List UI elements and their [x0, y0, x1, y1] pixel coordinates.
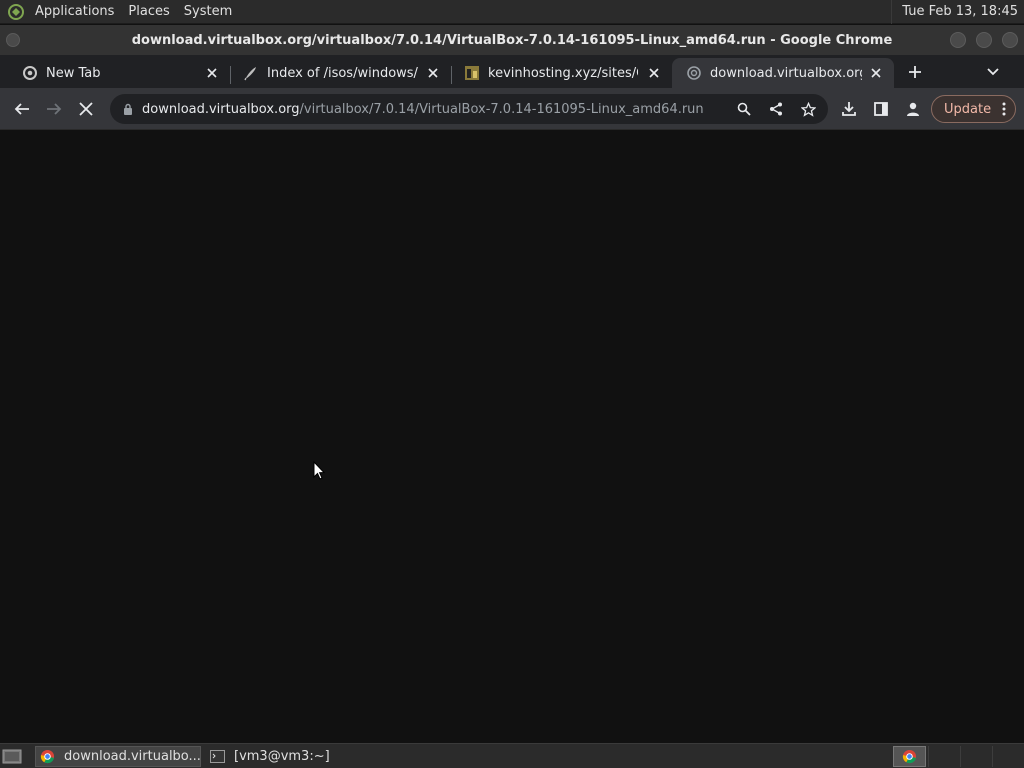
taskbar-item-label: download.virtualbo...: [64, 749, 201, 764]
tab-label: New Tab: [46, 65, 101, 81]
profile-avatar-icon[interactable]: [901, 97, 925, 121]
url-text[interactable]: download.virtualbox.org/virtualbox/7.0.1…: [142, 102, 704, 117]
mouse-pointer-icon: [313, 460, 326, 484]
clock[interactable]: Tue Feb 13, 18:45: [891, 0, 1024, 24]
tab-virtualbox-download[interactable]: download.virtualbox.org/vi: [672, 58, 894, 88]
close-icon[interactable]: [204, 65, 220, 81]
back-arrow-icon[interactable]: [10, 97, 34, 121]
terminal-icon: [209, 749, 225, 765]
show-desktop-icon[interactable]: [2, 748, 22, 765]
site-favicon: [464, 65, 480, 81]
close-window-button[interactable]: [1002, 32, 1018, 48]
minimize-button[interactable]: [950, 32, 966, 48]
menu-system[interactable]: System: [177, 0, 239, 24]
workspace-switcher-3[interactable]: [960, 746, 990, 767]
loading-globe-icon: [686, 65, 702, 81]
maximize-button[interactable]: [976, 32, 992, 48]
taskbar-item-chrome[interactable]: download.virtualbo...: [35, 746, 201, 767]
search-icon[interactable]: [736, 101, 752, 117]
taskbar-item-label: [vm3@vm3:~]: [234, 749, 330, 764]
tab-label: Index of /isos/windows/: [267, 65, 418, 81]
tab-new-tab[interactable]: New Tab: [8, 58, 230, 88]
top-panel: Applications Places System Tue Feb 13, 1…: [0, 0, 1024, 24]
menu-applications[interactable]: Applications: [28, 0, 121, 24]
workspace-switcher-2[interactable]: [928, 746, 958, 767]
forward-arrow-icon[interactable]: [42, 97, 66, 121]
chrome-icon: [40, 749, 55, 765]
page-content[interactable]: [0, 131, 1024, 743]
stop-loading-icon[interactable]: [74, 97, 98, 121]
close-icon[interactable]: [425, 65, 441, 81]
browser-toolbar: download.virtualbox.org/virtualbox/7.0.1…: [0, 88, 1024, 130]
chrome-icon: [22, 65, 38, 81]
apache-feather-icon: [243, 65, 259, 81]
close-icon[interactable]: [868, 65, 884, 81]
tab-strip: New Tab Index of /isos/windows/ kevinhos…: [0, 55, 1024, 88]
close-icon[interactable]: [646, 65, 662, 81]
update-button[interactable]: Update: [931, 95, 1016, 123]
more-vertical-icon[interactable]: [1002, 102, 1006, 120]
download-icon[interactable]: [837, 97, 861, 121]
window-titlebar[interactable]: download.virtualbox.org/virtualbox/7.0.1…: [0, 25, 1024, 55]
bookmark-star-icon[interactable]: [800, 101, 816, 117]
taskbar: download.virtualbo... [vm3@vm3:~]: [0, 743, 1024, 768]
workspace-switcher-4[interactable]: [992, 746, 1022, 767]
distro-logo-icon[interactable]: [4, 0, 28, 24]
lock-icon[interactable]: [120, 101, 136, 117]
tab-label: kevinhosting.xyz/sites/Coll: [488, 65, 638, 81]
menu-places[interactable]: Places: [121, 0, 176, 24]
update-label: Update: [944, 101, 992, 117]
side-panel-icon[interactable]: [869, 97, 893, 121]
tab-index-isos[interactable]: Index of /isos/windows/: [229, 58, 451, 88]
tab-label: download.virtualbox.org/vi: [710, 65, 862, 81]
window-menu-button[interactable]: [6, 33, 20, 47]
url-path: /virtualbox/7.0.14/VirtualBox-7.0.14-161…: [299, 101, 704, 117]
taskbar-item-terminal[interactable]: [vm3@vm3:~]: [205, 746, 395, 767]
url-host: download.virtualbox.org: [142, 101, 300, 117]
share-icon[interactable]: [768, 101, 784, 117]
address-bar[interactable]: download.virtualbox.org/virtualbox/7.0.1…: [110, 94, 828, 124]
new-tab-plus-icon[interactable]: [903, 62, 927, 82]
tab-kevinhosting[interactable]: kevinhosting.xyz/sites/Coll: [450, 58, 672, 88]
window-title: download.virtualbox.org/virtualbox/7.0.1…: [131, 32, 893, 48]
workspace-chrome-icon[interactable]: [893, 746, 926, 767]
tab-search-chevron-down-icon[interactable]: [982, 62, 1004, 82]
